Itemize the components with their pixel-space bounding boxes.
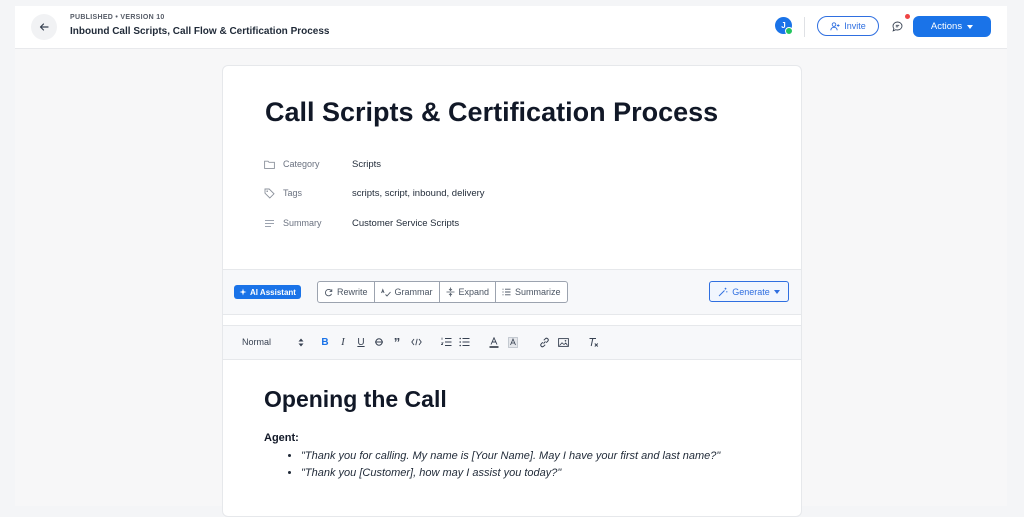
grammar-label: Grammar xyxy=(394,287,433,297)
chevron-down-icon xyxy=(967,24,974,29)
spellcheck-icon xyxy=(380,287,391,297)
publish-status: PUBLISHED • VERSION 10 xyxy=(70,14,165,21)
expand-icon xyxy=(446,287,455,297)
invite-button[interactable]: Invite xyxy=(817,16,879,36)
avatar[interactable]: J xyxy=(775,17,793,35)
document-card: Call Scripts & Certification Process Cat… xyxy=(222,65,802,517)
strikethrough-icon[interactable] xyxy=(373,335,385,349)
arrow-left-icon xyxy=(39,23,49,31)
script-list: "Thank you for calling. My name is [Your… xyxy=(289,448,761,482)
generate-label: Generate xyxy=(732,286,770,297)
back-button[interactable] xyxy=(31,14,57,40)
property-value[interactable]: Scripts xyxy=(352,159,381,170)
chevron-down-icon xyxy=(773,289,780,294)
sparkle-icon xyxy=(239,288,247,296)
heading-select-value: Normal xyxy=(242,337,272,347)
tag-icon xyxy=(263,187,275,199)
ordered-list-icon[interactable] xyxy=(439,335,453,349)
chat-bubble-icon xyxy=(891,21,902,32)
comments-button[interactable] xyxy=(889,14,910,34)
property-value[interactable]: scripts, script, inbound, delivery xyxy=(352,188,485,199)
quote-icon[interactable]: ” xyxy=(391,335,403,350)
bullet-list-icon[interactable] xyxy=(457,335,471,349)
speaker-label[interactable]: Agent: xyxy=(264,432,299,444)
app-window: PUBLISHED • VERSION 10 Inbound Call Scri… xyxy=(15,6,1007,517)
top-header: PUBLISHED • VERSION 10 Inbound Call Scri… xyxy=(15,6,1007,49)
list-item[interactable]: "Thank you [Customer], how may I assist … xyxy=(301,465,761,482)
ai-assistant-button[interactable]: AI Assistant xyxy=(234,285,301,299)
property-category[interactable]: Category Scripts xyxy=(263,157,381,171)
expand-button[interactable]: Expand xyxy=(440,282,497,302)
add-user-icon xyxy=(830,21,840,30)
ai-assistant-label: AI Assistant xyxy=(250,287,296,297)
grammar-button[interactable]: Grammar xyxy=(375,282,440,302)
document-title: Inbound Call Scripts, Call Flow & Certif… xyxy=(70,26,330,37)
property-label: Summary xyxy=(283,218,322,228)
highlight-icon[interactable] xyxy=(507,335,519,349)
expand-label: Expand xyxy=(458,287,490,297)
code-icon[interactable] xyxy=(409,335,423,349)
property-label: Category xyxy=(283,159,320,169)
lines-icon xyxy=(263,217,275,229)
italic-icon[interactable]: I xyxy=(337,335,349,349)
content-heading[interactable]: Opening the Call xyxy=(264,386,447,413)
summarize-label: Summarize xyxy=(515,287,561,297)
page-title[interactable]: Call Scripts & Certification Process xyxy=(265,97,718,128)
header-divider xyxy=(804,17,805,37)
bold-icon[interactable]: B xyxy=(319,335,331,349)
invite-label: Invite xyxy=(844,21,866,31)
summarize-button[interactable]: Summarize xyxy=(496,282,567,302)
rewrite-button[interactable]: Rewrite xyxy=(318,282,375,302)
actions-label: Actions xyxy=(930,21,963,32)
magic-wand-icon xyxy=(718,287,728,296)
ai-toolbar: AI Assistant Rewrite Grammar Expand Summ… xyxy=(223,269,801,315)
folder-icon xyxy=(263,158,275,170)
clear-format-icon[interactable] xyxy=(587,335,599,349)
ai-action-group: Rewrite Grammar Expand Summarize xyxy=(317,281,568,303)
property-label: Tags xyxy=(283,188,303,198)
list-item[interactable]: "Thank you for calling. My name is [Your… xyxy=(301,448,761,465)
text-color-icon[interactable] xyxy=(488,335,500,349)
generate-button[interactable]: Generate xyxy=(709,281,789,302)
online-indicator xyxy=(785,27,793,35)
property-summary[interactable]: Summary Customer Service Scripts xyxy=(263,216,459,230)
property-value[interactable]: Customer Service Scripts xyxy=(352,218,459,229)
rewrite-label: Rewrite xyxy=(337,287,368,297)
refresh-icon xyxy=(324,288,333,296)
actions-button[interactable]: Actions xyxy=(913,16,991,37)
underline-icon[interactable]: U xyxy=(355,335,367,349)
format-toolbar: Normal B I U ” xyxy=(223,325,801,360)
list-icon xyxy=(502,288,511,296)
image-icon[interactable] xyxy=(557,335,569,349)
sort-arrows-icon xyxy=(298,338,304,346)
heading-select[interactable]: Normal xyxy=(242,335,304,349)
property-tags[interactable]: Tags scripts, script, inbound, delivery xyxy=(263,186,485,200)
link-icon[interactable] xyxy=(538,335,550,349)
notification-dot xyxy=(905,14,910,19)
